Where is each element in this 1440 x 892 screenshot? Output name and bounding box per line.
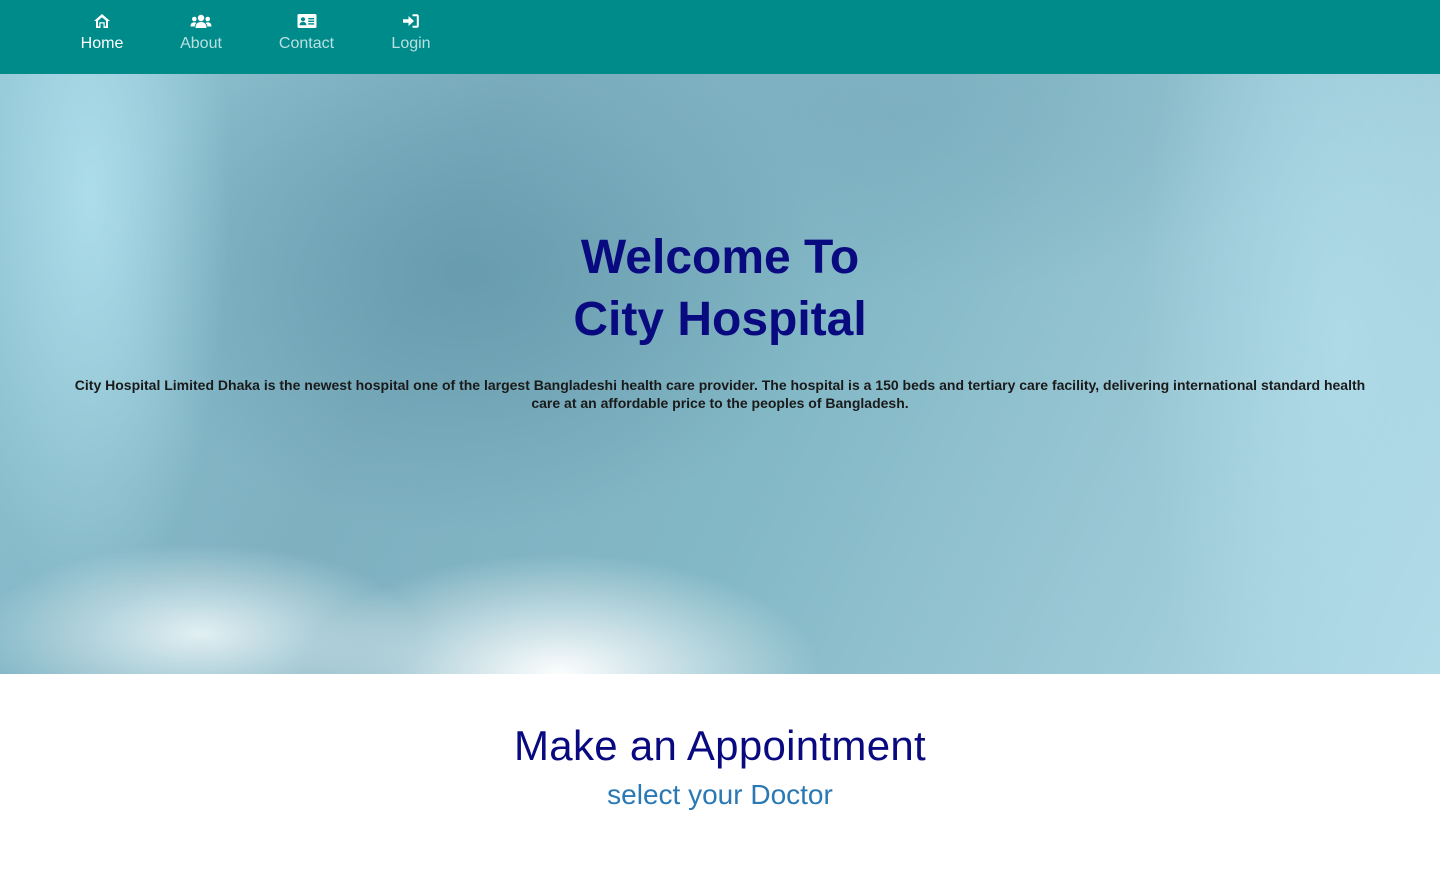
home-icon xyxy=(91,12,113,30)
hero-title-welcome: Welcome To xyxy=(580,231,860,284)
appointment-title: Make an Appointment xyxy=(514,722,926,769)
top-navigation: Home About Contact Login xyxy=(0,0,1440,74)
nav-item-contact[interactable]: Contact xyxy=(277,0,336,74)
sign-in-icon xyxy=(400,12,422,30)
appointment-subtitle: select your Doctor xyxy=(607,779,833,810)
nav-item-label: Login xyxy=(391,35,431,52)
nav-item-label: Contact xyxy=(278,35,335,52)
hero-title-hospital-name: City Hospital xyxy=(573,293,867,346)
hero-banner: Welcome To City Hospital City Hospital L… xyxy=(0,74,1440,674)
nav-item-label: Home xyxy=(80,35,124,52)
hero-background-blur xyxy=(0,74,1440,674)
users-icon xyxy=(190,12,212,30)
nav-item-about[interactable]: About xyxy=(178,0,224,74)
nav-item-login[interactable]: Login xyxy=(390,0,432,74)
address-card-icon xyxy=(296,12,318,30)
nav-item-home[interactable]: Home xyxy=(80,0,124,74)
nav-item-label: About xyxy=(180,35,222,52)
hero-description: City Hospital Limited Dhaka is the newes… xyxy=(74,377,1366,411)
